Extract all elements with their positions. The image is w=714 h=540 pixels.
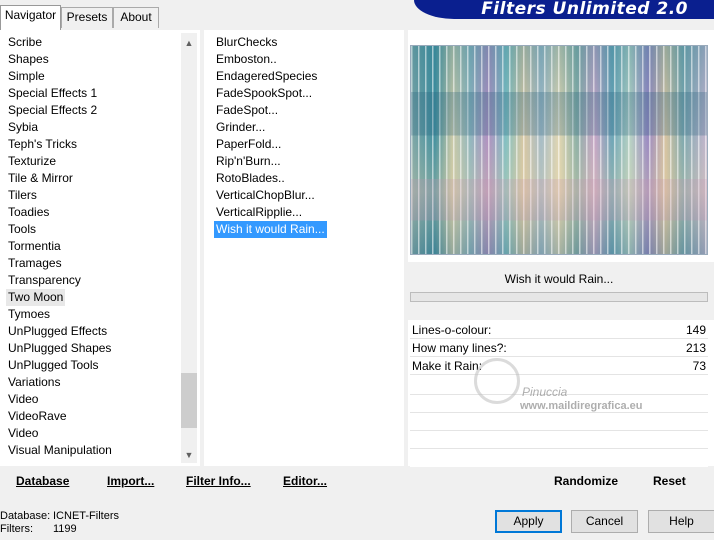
category-item[interactable]: UnPlugged Effects	[8, 323, 107, 340]
category-item[interactable]: Visual Manipulation	[8, 442, 112, 459]
category-item[interactable]: Special Effects 2	[8, 102, 97, 119]
app-title: Filters Unlimited 2.0	[481, 0, 688, 19]
tab-presets[interactable]: Presets	[61, 7, 113, 28]
category-item[interactable]: Texturize	[8, 153, 56, 170]
app-banner: Filters Unlimited 2.0	[414, 0, 714, 19]
database-label: Database	[16, 474, 70, 488]
category-item[interactable]: UnPlugged Tools	[8, 357, 99, 374]
database-button[interactable]: Database	[16, 471, 69, 491]
param-value[interactable]: 73	[693, 358, 706, 375]
category-item[interactable]: Tormentia	[8, 238, 61, 255]
category-item[interactable]: Tilers	[8, 187, 37, 204]
tab-bar: Navigator Presets About Filters Unlimite…	[0, 0, 714, 30]
category-item[interactable]: Teph's Tricks	[8, 136, 77, 153]
help-button[interactable]: Help	[648, 510, 714, 533]
param-value[interactable]: 149	[686, 322, 706, 339]
editor-label: Editor...	[283, 474, 328, 488]
category-item[interactable]: Toadies	[8, 204, 49, 221]
param-label: How many lines?:	[412, 341, 507, 355]
divider	[410, 430, 708, 431]
category-item[interactable]: Scribe	[8, 34, 42, 51]
editor-button[interactable]: Editor...	[283, 471, 327, 491]
param-value[interactable]: 213	[686, 340, 706, 357]
divider	[410, 412, 708, 413]
category-item[interactable]: Two Moon	[6, 289, 66, 306]
chevron-down-icon[interactable]: ▼	[181, 447, 197, 463]
progress-bar	[410, 292, 708, 302]
filter-item[interactable]: BlurChecks	[216, 34, 277, 51]
param-row[interactable]: How many lines?: 213	[410, 340, 708, 357]
filter-item[interactable]: VerticalChopBlur...	[216, 187, 315, 204]
category-item[interactable]: Simple	[8, 68, 45, 85]
filters-count-label: Filters:	[0, 523, 33, 535]
category-item[interactable]: Video	[8, 391, 38, 408]
filter-item[interactable]: FadeSpookSpot...	[216, 85, 312, 102]
param-row[interactable]: Make it Rain: 73	[410, 358, 708, 375]
category-item[interactable]: Tymoes	[8, 306, 50, 323]
filter-info-label: Filter Info...	[186, 474, 251, 488]
category-item[interactable]: Sybia	[8, 119, 38, 136]
filter-item[interactable]: VerticalRipplie...	[216, 204, 302, 221]
filter-item[interactable]: RotoBlades..	[216, 170, 285, 187]
category-item[interactable]: VideoRave	[8, 408, 67, 425]
filter-item[interactable]: PaperFold...	[216, 136, 281, 153]
category-item[interactable]: Shapes	[8, 51, 49, 68]
randomize-button[interactable]: Randomize	[554, 471, 618, 491]
category-scrollbar[interactable]: ▲ ▼	[181, 33, 197, 463]
apply-button[interactable]: Apply	[495, 510, 562, 533]
category-item[interactable]: Tramages	[8, 255, 62, 272]
filter-item[interactable]: Wish it would Rain...	[214, 221, 327, 238]
category-item[interactable]: Variations	[8, 374, 60, 391]
filter-info-button[interactable]: Filter Info...	[186, 471, 251, 491]
category-item[interactable]: Video	[8, 425, 38, 442]
watermark-url: www.maildiregrafica.eu	[520, 400, 643, 412]
tab-navigator[interactable]: Navigator	[0, 5, 61, 30]
category-item[interactable]: Tile & Mirror	[8, 170, 73, 187]
category-item[interactable]: Transparency	[8, 272, 81, 289]
filter-item[interactable]: FadeSpot...	[216, 102, 278, 119]
cancel-button[interactable]: Cancel	[571, 510, 638, 533]
database-status-value: ICNET-Filters	[53, 510, 119, 522]
import-label: Import...	[107, 474, 155, 488]
filter-item[interactable]: Rip'n'Burn...	[216, 153, 281, 170]
category-item[interactable]: Special Effects 1	[8, 85, 97, 102]
database-status-label: Database:	[0, 510, 51, 522]
category-item[interactable]: Tools	[8, 221, 36, 238]
scroll-thumb[interactable]	[181, 373, 197, 428]
filter-item[interactable]: Grinder...	[216, 119, 265, 136]
reset-button[interactable]: Reset	[653, 471, 686, 491]
divider	[410, 448, 708, 449]
param-label: Lines-o-colour:	[412, 323, 492, 337]
preview-overlay	[411, 46, 707, 254]
filter-item[interactable]: EndageredSpecies	[216, 68, 317, 85]
import-button[interactable]: Import...	[107, 471, 154, 491]
watermark-logo	[474, 358, 520, 404]
watermark-title: Pinuccia	[522, 385, 568, 399]
preview-image	[410, 45, 708, 255]
param-row[interactable]: Lines-o-colour: 149	[410, 322, 708, 339]
chevron-up-icon[interactable]: ▲	[181, 35, 197, 51]
param-label: Make it Rain:	[412, 359, 483, 373]
filter-name: Wish it would Rain...	[504, 272, 614, 286]
category-item[interactable]: UnPlugged Shapes	[8, 340, 111, 357]
tab-about[interactable]: About	[113, 7, 159, 28]
filters-count-value: 1199	[53, 523, 77, 535]
filter-item[interactable]: Emboston..	[216, 51, 277, 68]
